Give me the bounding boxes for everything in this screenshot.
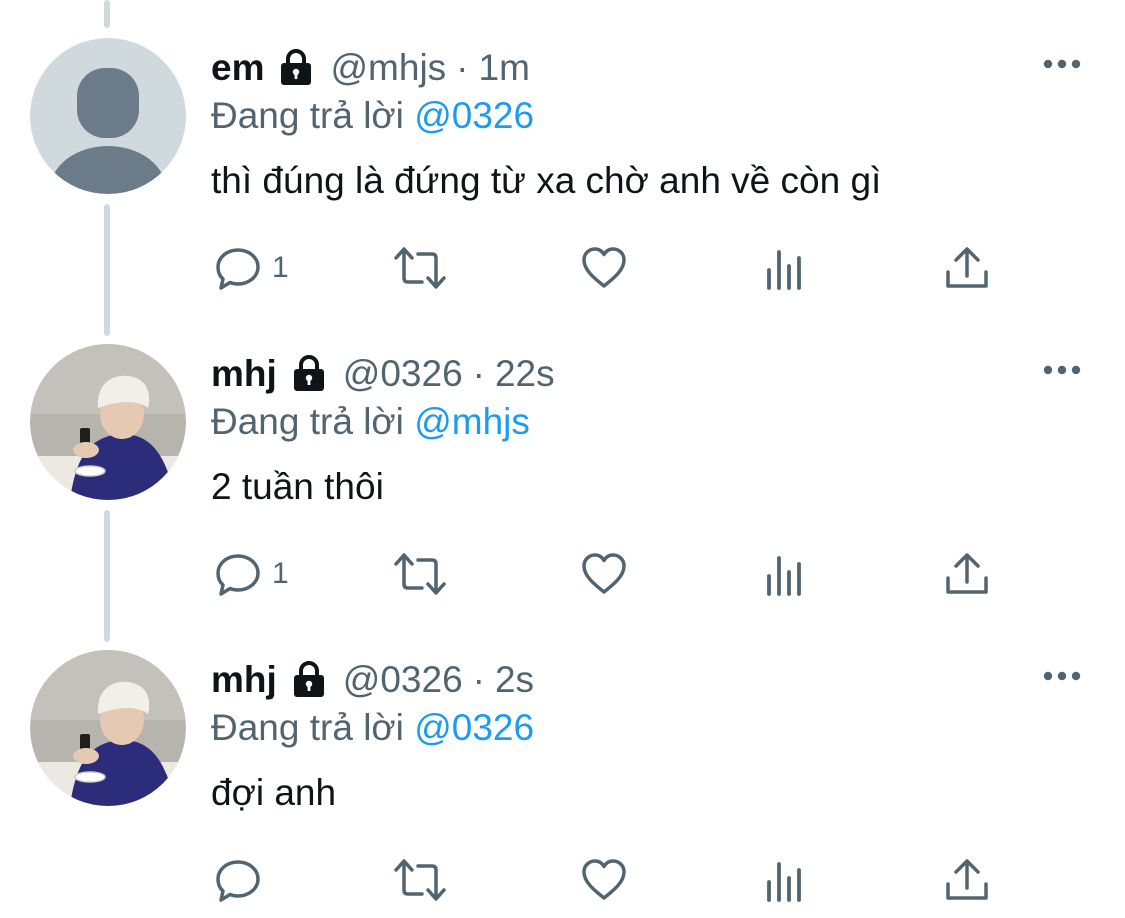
reply-context: Đang trả lời @mhjs: [211, 401, 530, 443]
tweet-text: đợi anh: [211, 772, 337, 813]
tweet-header: mhj @0326 · 2s: [211, 656, 534, 704]
reply-count: 1: [272, 557, 289, 590]
retweet-button[interactable]: [392, 550, 448, 598]
reply-button[interactable]: 1: [214, 550, 289, 598]
reply-button[interactable]: [214, 856, 272, 904]
reply-context: Đang trả lời @0326: [211, 95, 534, 137]
views-button[interactable]: [764, 244, 808, 292]
lock-icon: [289, 354, 329, 394]
more-icon[interactable]: [1040, 356, 1084, 384]
reply-context: Đang trả lời @0326: [211, 707, 534, 749]
tweet[interactable]: mhj @0326 · 22s Đang trả lời @mhjs 2 tuầ…: [0, 306, 1125, 612]
heart-icon: [582, 553, 626, 594]
share-button[interactable]: [944, 244, 990, 292]
tweet-header: mhj @0326 · 22s: [211, 350, 555, 398]
like-button[interactable]: [580, 550, 628, 598]
avatar[interactable]: [30, 38, 186, 194]
reply-icon: [216, 248, 260, 290]
like-button[interactable]: [580, 244, 628, 292]
retweet-button[interactable]: [392, 856, 448, 904]
display-name[interactable]: mhj: [211, 659, 277, 701]
reply-prefix: Đang trả lời: [211, 707, 404, 748]
views-button[interactable]: [764, 856, 808, 904]
reply-prefix: Đang trả lời: [211, 95, 404, 136]
reply-prefix: Đang trả lời: [211, 401, 404, 442]
tweet-header: em @mhjs · 1m: [211, 44, 530, 92]
handle[interactable]: @mhjs: [330, 47, 446, 89]
retweet-icon: [394, 553, 446, 595]
share-icon: [946, 247, 988, 288]
reply-mention-link[interactable]: @0326: [414, 95, 534, 136]
retweet-icon: [394, 859, 446, 901]
views-button[interactable]: [764, 550, 808, 598]
reply-mention-link[interactable]: @mhjs: [414, 401, 530, 442]
tweet-text: thì đúng là đứng từ xa chờ anh về còn gì: [211, 160, 882, 201]
separator: ·: [456, 47, 469, 88]
avatar[interactable]: [30, 344, 186, 500]
heart-icon: [582, 247, 626, 288]
lock-icon: [289, 660, 329, 700]
heart-icon: [582, 859, 626, 900]
timestamp[interactable]: 1m: [479, 47, 530, 89]
separator: ·: [472, 353, 485, 394]
share-icon: [946, 553, 988, 594]
reply-count: 1: [272, 251, 289, 284]
timestamp[interactable]: 22s: [495, 353, 555, 395]
share-icon: [946, 859, 988, 900]
more-icon[interactable]: [1040, 50, 1084, 78]
separator: ·: [472, 659, 485, 700]
tweet[interactable]: em @mhjs · 1m Đang trả lời @0326 thì đún…: [0, 0, 1125, 306]
views-icon: [767, 250, 801, 290]
views-icon: [767, 556, 801, 596]
views-icon: [767, 862, 801, 902]
retweet-icon: [394, 247, 446, 289]
handle[interactable]: @0326: [343, 353, 463, 395]
share-button[interactable]: [944, 550, 990, 598]
retweet-button[interactable]: [392, 244, 448, 292]
handle[interactable]: @0326: [343, 659, 463, 701]
display-name[interactable]: mhj: [211, 353, 277, 395]
more-icon[interactable]: [1040, 662, 1084, 690]
reply-button[interactable]: 1: [214, 244, 289, 292]
timestamp[interactable]: 2s: [495, 659, 534, 701]
reply-icon: [216, 554, 260, 596]
display-name[interactable]: em: [211, 47, 264, 89]
tweet[interactable]: mhj @0326 · 2s Đang trả lời @0326 đợi an…: [0, 612, 1125, 918]
reply-mention-link[interactable]: @0326: [414, 707, 534, 748]
avatar[interactable]: [30, 650, 186, 806]
reply-icon: [216, 860, 260, 902]
like-button[interactable]: [580, 856, 628, 904]
share-button[interactable]: [944, 856, 990, 904]
tweet-text: 2 tuần thôi: [211, 466, 384, 507]
lock-icon: [276, 48, 316, 88]
